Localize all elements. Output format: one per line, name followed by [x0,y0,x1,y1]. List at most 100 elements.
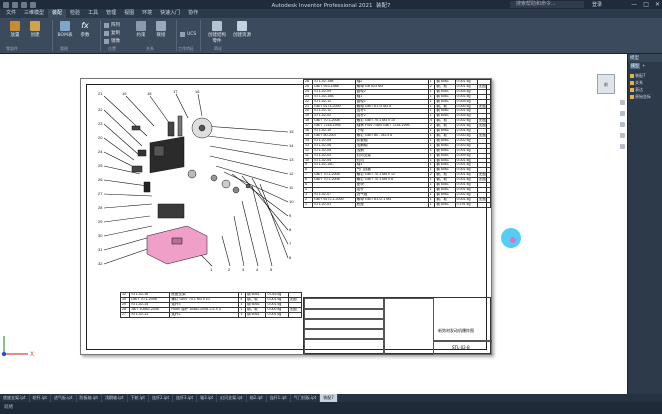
menu-tab[interactable]: 工具 [84,9,102,18]
menu-tab[interactable]: 协作 [184,9,202,18]
copy-button[interactable]: 复制 [104,30,120,36]
title-block[interactable]: 新势材发动机爆炸图 STL-02-B [303,297,492,355]
drawing-number: STL-02-B [452,345,470,350]
document-tabs: 底座支架.ipt 轮杆.ipt 进气板.ipt 防板轴.ipt 浅鋼轴.ipt 下轮.ip… [0,394,662,402]
callout-label: 5 [270,267,273,272]
ribbon-group-manage: 管理 [60,46,68,51]
ribbon-group-component: 零部件 [6,46,18,51]
bom-table-parts-list[interactable]: 26 STL-02-15B 轴2 1 钢 6061 0.001 kg 25 GB/T 923-… [302,79,492,208]
constrain-button[interactable]: 约束 [132,21,150,38]
browser-header: 模型 [628,54,662,62]
create-icon [30,21,40,31]
table-cell: STL-02-13 [129,311,171,318]
table-cell: 1 [302,201,314,208]
parameters-button[interactable]: fx 参数 [76,21,94,38]
full-nav-wheel-icon[interactable] [619,144,625,149]
menu-tab[interactable]: 检验 [66,9,84,18]
document-tab[interactable]: 连杆3.ipt [173,394,198,402]
callout-label: 22 [98,107,103,112]
status-bar: 就绪 [0,402,662,414]
document-tab[interactable]: 防板轴.ipt [77,394,102,402]
exploded-view[interactable]: 21 19 18 17 16 22 23 20 24 25 26 27 28 2… [92,86,297,272]
cursor-highlight [501,228,521,248]
tree-item[interactable]: 表达 [630,86,660,93]
callout-label: 29 [98,219,103,224]
callout-label: 7 [289,241,292,246]
callout-label: 6 [289,255,292,260]
bom-table-lower[interactable]: 32 STL-02-16 底座支架 1 钢 6061 0.016 kg 30 GB/T 70.… [119,292,303,318]
menu-tab[interactable]: 快速入门 [156,9,184,18]
joint-button[interactable]: 联接 [152,21,170,38]
view-cube[interactable]: 前 [597,74,615,94]
menu-tab[interactable]: 三维模型 [20,9,48,18]
document-tab[interactable]: 连杆2.ipt [149,394,174,402]
document-tab[interactable]: 幻闪支架.ipt [217,394,247,402]
orbit-icon[interactable] [619,122,625,127]
minimize-icon[interactable]: — [631,0,637,9]
ucs-button[interactable]: UCS [180,32,196,37]
table-cell [287,311,303,318]
table-cell: 钢 6061 [244,311,267,318]
menu-tab[interactable]: 管理 [102,9,120,18]
table-row[interactable]: 28 JB/T 10582-2006 Rod0 油杆 10582-2006-2.5 … [119,306,303,313]
menu-tab[interactable]: 文件 [2,9,20,18]
table-row[interactable]: 17 GB/T 7218-1995 轴承 FSN 718/4 GB/T 7218-1… [302,123,492,130]
pan-icon[interactable] [619,100,625,105]
browser-tab-add[interactable]: + [642,63,645,69]
document-tab[interactable]: 连杆1.ipt [267,394,291,402]
table-cell: STL-02-01 [312,201,356,208]
structure-icon [212,21,222,31]
callout-label: 14 [289,143,294,148]
table-cell: 0.001 kg [265,311,289,318]
document-tab[interactable]: 浅鋼轴.ipt [102,394,128,402]
bom-button[interactable]: BOM表 [56,21,74,38]
coordinate-triad: X [1,336,34,358]
zoom-icon[interactable] [619,111,625,116]
document-tab[interactable]: 轮杆.ipt [30,394,51,402]
folder-icon [630,94,634,99]
document-tab[interactable]: 轴3.ipt [197,394,218,402]
menu-tab[interactable]: 视图 [120,9,138,18]
callout-label: 23 [98,121,103,126]
search-input[interactable]: 搜索帮助和命令... [510,1,584,8]
title-bar: Autodesk Inventor Professional 2021 装配7 … [0,0,662,9]
callout-label: 20 [98,135,103,140]
tree-item[interactable]: 关系 [630,79,660,86]
tree-item[interactable]: 原始坐标 [630,93,660,100]
document-tab[interactable]: 底座支架.ipt [0,394,30,402]
maximize-icon[interactable]: □ [643,0,649,9]
model-browser[interactable]: 模型 模型 + 装配7 关系 表达 原始坐标 [627,54,662,394]
mirror-button[interactable]: 镜像 [104,38,120,44]
table-row[interactable]: 1 STL-02-01 底座 1 钢 6061 0.191 kg [302,201,492,208]
place-button[interactable]: 放置 [6,21,24,38]
browser-tab-model[interactable]: 模型 [630,63,640,69]
create-structure-button[interactable]: 创建结构零件 [206,21,228,44]
table-row[interactable]: 27 STL-02-13 连杆2 1 钢 6061 0.001 kg [119,311,303,318]
create-button[interactable]: 创建 [26,21,44,38]
browser-tabs: 模型 + [628,62,662,70]
create-resource-button[interactable]: 创建资源 [232,21,252,38]
callout-label: 26 [98,177,103,182]
menu-tab[interactable]: 环境 [138,9,156,18]
navigation-bar[interactable] [618,100,626,178]
document-tab[interactable]: 进气板.ipt [51,394,77,402]
callout-label: 17 [173,89,178,94]
callout-label: 25 [98,163,103,168]
user-signin[interactable]: 登录 [592,1,602,8]
callout-label: 30 [98,233,103,238]
callout-label: 28 [98,205,103,210]
pattern-icon [104,22,109,28]
look-at-icon[interactable] [619,133,625,138]
table-cell: 连杆2 [169,311,240,318]
callout-label: 18 [147,91,152,96]
tree-item[interactable]: 装配7 [630,72,660,79]
document-tab[interactable]: 装配7 [320,394,338,402]
callout-label: 9 [289,213,292,218]
close-icon[interactable]: ✕ [655,0,660,9]
pattern-button[interactable]: 阵列 [104,22,120,28]
menu-tab[interactable]: 装配 [48,9,67,18]
callout-label: 15 [289,129,294,134]
document-tab[interactable]: 轴2.ipt [247,394,267,402]
document-tab[interactable]: 气门挡板.ipt [291,394,321,402]
document-tab[interactable]: 下轮.ipt [128,394,149,402]
